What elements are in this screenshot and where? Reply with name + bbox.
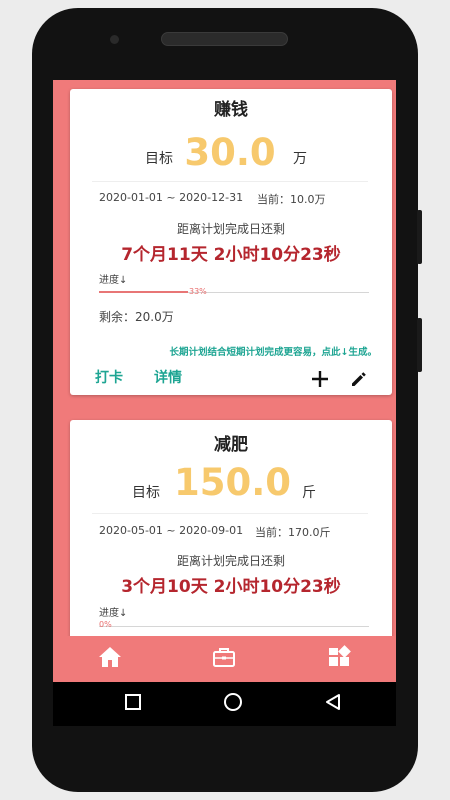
remaining-amount: 剩余：20.0万 [99, 310, 174, 324]
add-icon[interactable] [310, 369, 330, 389]
goal-unit: 万 [293, 151, 307, 167]
power-button [417, 318, 422, 372]
date-range: 2020-01-01 ~ 2020-12-31 [99, 191, 244, 204]
earpiece-speaker [161, 32, 288, 46]
goal-value: 30.0 [184, 131, 276, 174]
checkin-button[interactable]: 打卡 [95, 367, 123, 387]
app-screen: 赚钱 目标 30.0 万 2020-01-01 ~ 2020-12-31 当前：… [53, 80, 396, 726]
home-icon [98, 646, 122, 672]
home-circle-icon [223, 692, 243, 716]
remaining-time-label: 距离计划完成日还剩 [176, 554, 285, 568]
front-camera [110, 35, 119, 44]
generate-plan-tip[interactable]: 长期计划结合短期计划完成更容易，点此↓生成。 [170, 344, 377, 358]
remaining-time-label: 距离计划完成日还剩 [176, 222, 285, 236]
goal-row: 目标 30.0 万 [70, 131, 392, 177]
progress-label: 进度↓ [99, 608, 128, 619]
recents-button[interactable] [93, 682, 173, 726]
bottom-nav [53, 636, 396, 682]
progress-fill [99, 291, 189, 293]
progress-bar [99, 626, 369, 627]
dashboard-icon [327, 645, 351, 673]
divider [92, 181, 368, 182]
plan-title: 赚钱 [214, 100, 248, 120]
nav-briefcase[interactable] [167, 636, 281, 682]
recents-icon [124, 693, 142, 715]
back-button[interactable] [293, 682, 373, 726]
edit-icon[interactable] [349, 369, 369, 389]
back-icon [324, 693, 342, 715]
goal-row: 目标 150.0 斤 [70, 461, 392, 507]
progress-percent: 33% [189, 287, 207, 296]
home-circle-button[interactable] [193, 682, 273, 726]
current-value: 当前：10.0万 [257, 193, 326, 206]
volume-button [417, 210, 422, 264]
briefcase-icon [212, 646, 236, 672]
system-nav-bar [53, 682, 396, 726]
nav-home[interactable] [53, 636, 167, 682]
date-range: 2020-05-01 ~ 2020-09-01 [99, 524, 244, 537]
current-value: 当前：170.0斤 [255, 526, 331, 539]
plan-card[interactable]: 减肥 目标 150.0 斤 2020-05-01 ~ 2020-09-01 当前… [70, 420, 392, 636]
goal-label: 目标 [132, 485, 160, 501]
divider [92, 513, 368, 514]
countdown-timer: 7个月11天 2小时10分23秒 [121, 245, 341, 265]
progress-bar [99, 291, 369, 293]
goal-value: 150.0 [174, 461, 292, 504]
progress-percent: 0% [99, 620, 112, 629]
plan-card[interactable]: 赚钱 目标 30.0 万 2020-01-01 ~ 2020-12-31 当前：… [70, 89, 392, 395]
goal-label: 目标 [145, 151, 173, 167]
plan-list[interactable]: 赚钱 目标 30.0 万 2020-01-01 ~ 2020-12-31 当前：… [53, 80, 396, 636]
progress-label: 进度↓ [99, 275, 128, 286]
plan-title: 减肥 [214, 435, 248, 455]
countdown-timer: 3个月10天 2小时10分23秒 [121, 577, 341, 597]
phone-frame: 赚钱 目标 30.0 万 2020-01-01 ~ 2020-12-31 当前：… [32, 8, 418, 792]
nav-dashboard[interactable] [282, 636, 396, 682]
details-button[interactable]: 详情 [154, 367, 182, 387]
goal-unit: 斤 [302, 485, 316, 501]
